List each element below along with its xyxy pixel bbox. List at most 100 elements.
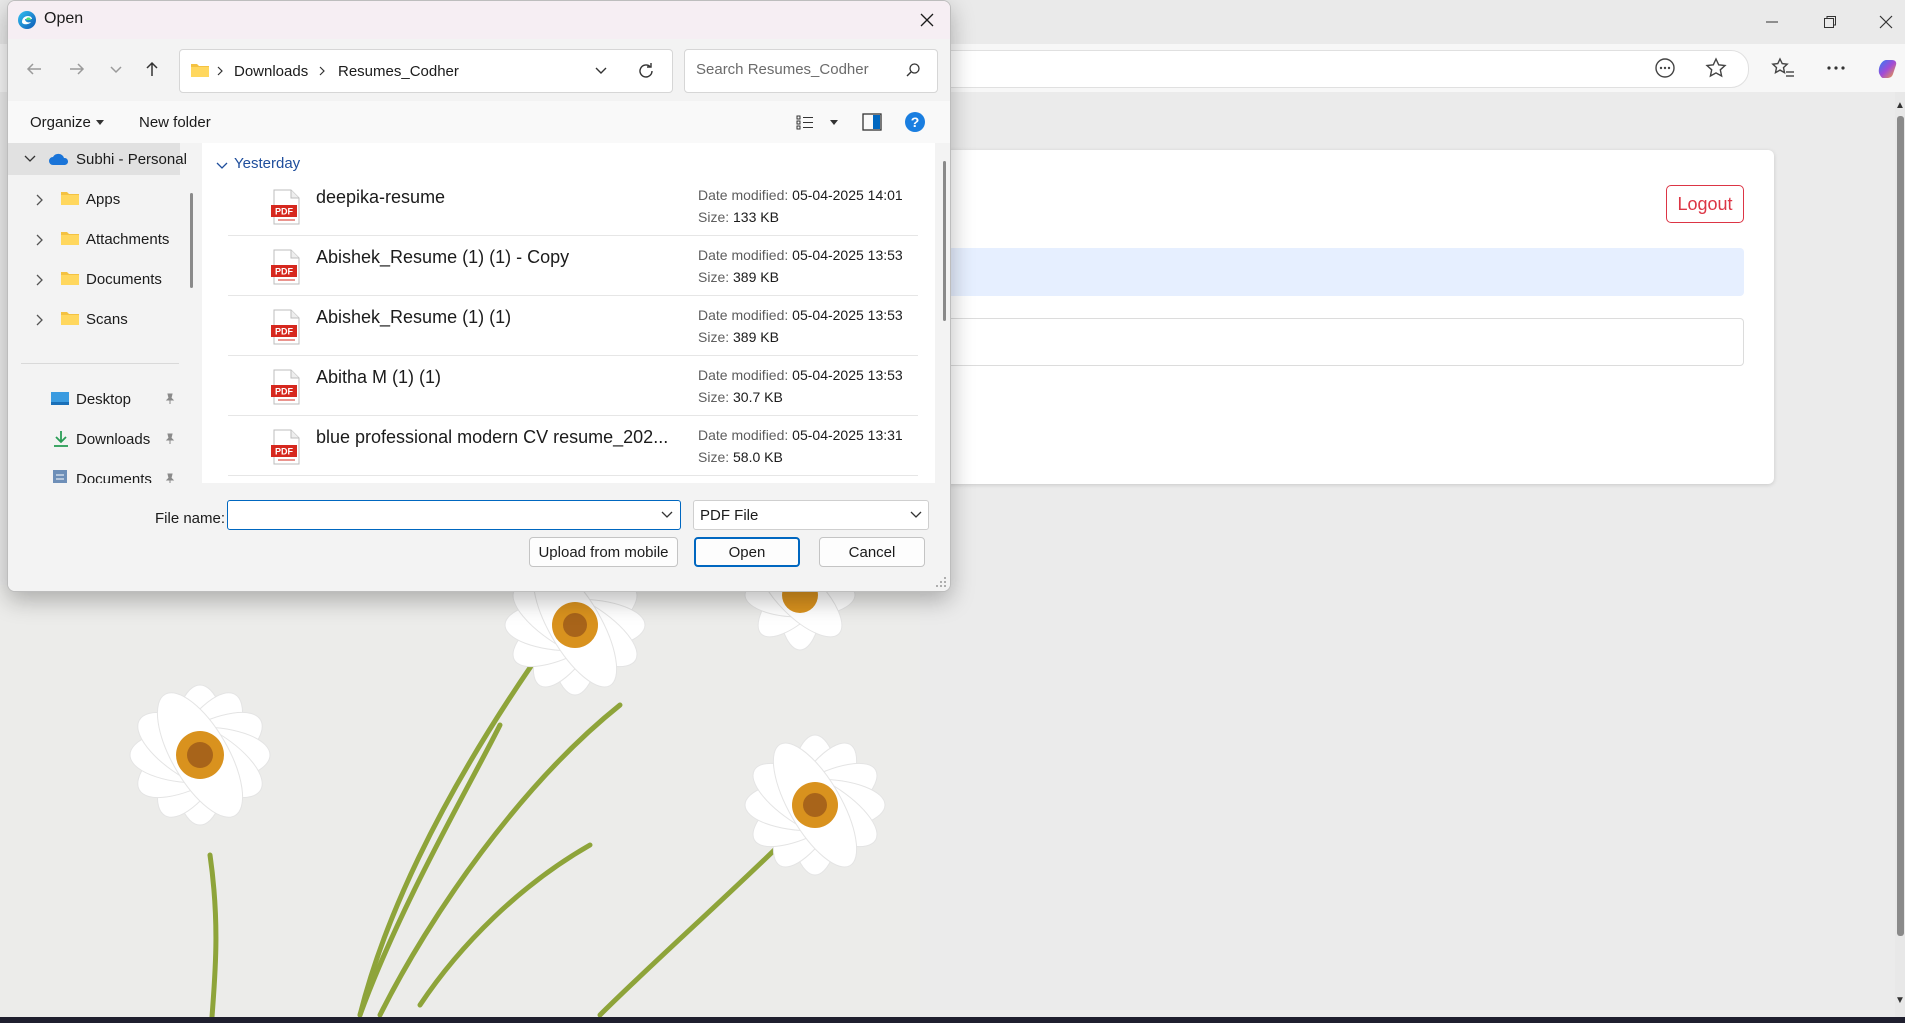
search-input[interactable] bbox=[694, 60, 898, 79]
organize-button[interactable]: Organize bbox=[30, 114, 91, 131]
pdf-file-icon: PDF bbox=[271, 429, 300, 465]
size-value: 389 KB bbox=[733, 329, 779, 345]
dialog-close-icon[interactable] bbox=[904, 1, 950, 39]
history-dropdown-icon[interactable] bbox=[594, 66, 608, 76]
expand-chevron-right-icon[interactable] bbox=[36, 194, 44, 206]
open-file-dialog: Open Downloads Resumes_Codher Search Res… bbox=[7, 0, 951, 592]
download-icon bbox=[54, 431, 68, 447]
minimize-icon[interactable] bbox=[1758, 8, 1786, 36]
expand-chevron-down-icon[interactable] bbox=[24, 155, 36, 163]
group-header-yesterday[interactable]: Yesterday bbox=[234, 155, 300, 172]
logout-button[interactable]: Logout bbox=[1666, 185, 1744, 223]
size-key: Size: bbox=[698, 389, 730, 405]
size-key: Size: bbox=[698, 449, 730, 465]
back-arrow-icon[interactable] bbox=[18, 53, 50, 85]
search-box[interactable] bbox=[684, 49, 938, 93]
pdf-badge-text: PDF bbox=[275, 327, 294, 337]
favorite-star-icon[interactable] bbox=[1702, 54, 1730, 82]
expand-chevron-right-icon[interactable] bbox=[36, 314, 44, 326]
file-row[interactable]: PDF Abitha M (1) (1) Date modified: 05-04-… bbox=[228, 357, 918, 416]
breadcrumb-downloads[interactable]: Downloads bbox=[234, 63, 308, 80]
daisy-1 bbox=[129, 684, 271, 826]
file-type-dropdown-icon[interactable] bbox=[910, 511, 922, 519]
file-name: blue professional modern CV resume_202..… bbox=[316, 427, 669, 447]
folder-icon bbox=[61, 312, 79, 325]
read-aloud-icon[interactable] bbox=[1651, 54, 1679, 82]
scroll-up-icon[interactable]: ▲ bbox=[1895, 100, 1905, 114]
new-folder-button[interactable]: New folder bbox=[139, 114, 211, 131]
resize-grip-icon[interactable] bbox=[935, 576, 947, 588]
date-modified-value: 05-04-2025 13:53 bbox=[792, 247, 903, 263]
scroll-down-icon[interactable]: ▼ bbox=[1895, 995, 1905, 1009]
dialog-title: Open bbox=[44, 10, 84, 27]
organize-dropdown-icon[interactable] bbox=[96, 120, 104, 126]
nav-item-desktop[interactable]: Desktop bbox=[8, 383, 180, 415]
file-list-scrollbar[interactable] bbox=[943, 161, 946, 321]
help-icon[interactable]: ? bbox=[904, 111, 926, 133]
address-breadcrumb[interactable]: Downloads Resumes_Codher bbox=[179, 49, 673, 93]
cancel-button[interactable]: Cancel bbox=[819, 537, 925, 567]
group-collapse-chevron-icon[interactable] bbox=[216, 162, 228, 170]
nav-item-documents[interactable]: Documents bbox=[8, 263, 180, 295]
file-size: Size: 30.7 KB bbox=[698, 389, 783, 405]
copilot-icon[interactable] bbox=[1874, 54, 1902, 82]
file-name-dropdown-icon[interactable] bbox=[661, 511, 673, 519]
nav-item-attachments[interactable]: Attachments bbox=[8, 223, 180, 255]
size-value: 133 KB bbox=[733, 209, 779, 225]
recent-locations-chevron-icon[interactable] bbox=[100, 53, 132, 85]
nav-divider bbox=[21, 363, 179, 364]
favorites-list-icon[interactable] bbox=[1769, 54, 1797, 82]
pdf-file-icon: PDF bbox=[271, 189, 300, 225]
content-card: Logout bbox=[930, 150, 1774, 484]
view-options-icon[interactable] bbox=[796, 114, 814, 130]
more-options-icon[interactable] bbox=[1822, 54, 1850, 82]
preview-pane-icon[interactable] bbox=[862, 113, 882, 131]
expand-chevron-right-icon[interactable] bbox=[36, 234, 44, 246]
expand-chevron-right-icon[interactable] bbox=[36, 274, 44, 286]
nav-pane-scrollbar[interactable] bbox=[190, 193, 193, 288]
nav-item-onedrive-personal[interactable]: Subhi - Personal bbox=[8, 143, 187, 175]
view-dropdown-icon[interactable] bbox=[830, 120, 838, 126]
file-name-label: File name: bbox=[155, 510, 226, 527]
folder-icon bbox=[61, 272, 79, 285]
nav-item-scans[interactable]: Scans bbox=[8, 303, 180, 335]
pin-icon[interactable] bbox=[164, 433, 176, 445]
file-row[interactable]: PDF Abishek_Resume (1) (1) Date modified: … bbox=[228, 297, 918, 356]
restore-icon[interactable] bbox=[1816, 8, 1844, 36]
date-modified-key: Date modified: bbox=[698, 187, 789, 203]
date-modified-value: 05-04-2025 13:31 bbox=[792, 427, 903, 443]
open-button[interactable]: Open bbox=[694, 537, 800, 567]
forward-arrow-icon[interactable] bbox=[61, 53, 93, 85]
onedrive-cloud-icon bbox=[49, 153, 69, 165]
file-row[interactable]: PDF deepika-resume Date modified: 05-04-20… bbox=[228, 177, 918, 236]
size-key: Size: bbox=[698, 269, 730, 285]
page-scroll-thumb[interactable] bbox=[1897, 116, 1904, 936]
nav-item-documents-quick[interactable]: Documents bbox=[8, 463, 180, 483]
nav-item-apps[interactable]: Apps bbox=[8, 183, 180, 215]
refresh-icon[interactable] bbox=[636, 61, 656, 81]
file-row[interactable]: PDF Abishek_Resume (1) (1) - Copy Date mod… bbox=[228, 237, 918, 296]
file-row[interactable]: PDF blue professional modern CV resume_20… bbox=[228, 417, 918, 476]
search-icon[interactable] bbox=[905, 62, 921, 78]
file-name: deepika-resume bbox=[316, 187, 446, 207]
pin-icon[interactable] bbox=[164, 393, 176, 405]
file-size: Size: 389 KB bbox=[698, 269, 779, 285]
upload-from-mobile-button[interactable]: Upload from mobile bbox=[529, 537, 678, 567]
file-date-modified: Date modified: 05-04-2025 13:53 bbox=[698, 307, 903, 323]
file-name-input[interactable] bbox=[234, 505, 653, 524]
daisy-photo bbox=[0, 585, 920, 1017]
date-modified-value: 05-04-2025 13:53 bbox=[792, 367, 903, 383]
file-list: Yesterday PDF deepika-resume Date modified… bbox=[202, 143, 935, 483]
pin-icon[interactable] bbox=[164, 473, 176, 483]
file-type-select[interactable]: PDF File bbox=[693, 500, 929, 530]
browser-close-icon[interactable] bbox=[1872, 8, 1900, 36]
address-bar[interactable] bbox=[900, 50, 1749, 88]
file-name: Abishek_Resume (1) (1) - Copy bbox=[316, 247, 570, 267]
daisy-3 bbox=[744, 734, 886, 876]
upload-field[interactable] bbox=[930, 318, 1744, 366]
file-name-combobox[interactable] bbox=[227, 500, 681, 530]
breadcrumb-resumes-codher[interactable]: Resumes_Codher bbox=[338, 63, 459, 80]
nav-item-downloads[interactable]: Downloads bbox=[8, 423, 180, 455]
up-arrow-icon[interactable] bbox=[136, 53, 168, 85]
size-value: 58.0 KB bbox=[733, 449, 783, 465]
